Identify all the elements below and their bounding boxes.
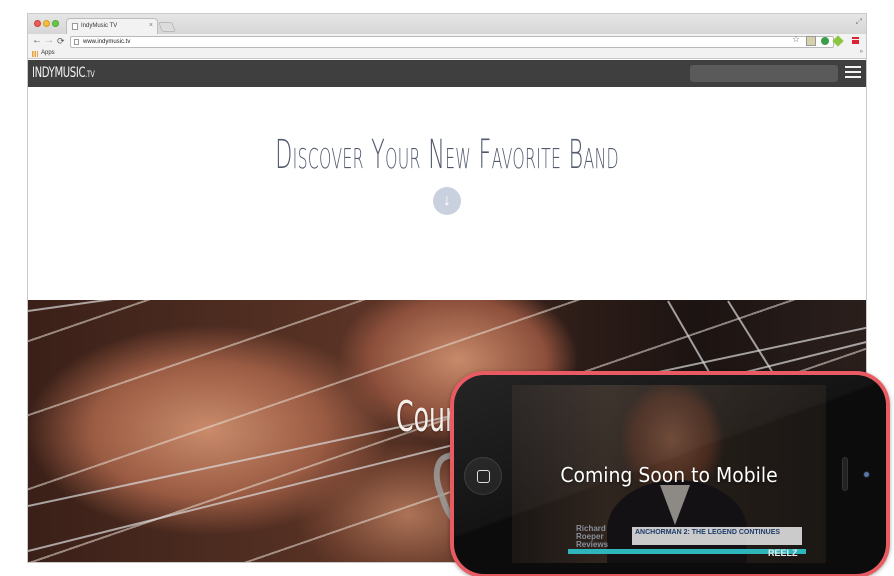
reload-icon[interactable]: ⟳	[57, 35, 65, 47]
apps-grid-icon[interactable]	[32, 51, 38, 57]
fullscreen-icon[interactable]: ⤢	[856, 17, 862, 27]
phone-home-button	[464, 457, 502, 495]
coming-soon-text: Coming Soon to Mobile	[560, 463, 778, 487]
logo-main: INDYMUSIC	[32, 65, 86, 81]
page-icon	[72, 23, 78, 30]
scroll-down-icon[interactable]: ↓	[433, 187, 461, 215]
channel-logo: REELZ	[768, 548, 798, 558]
extension-green-circle-icon[interactable]	[821, 37, 829, 45]
tab-close-icon[interactable]: ×	[149, 22, 153, 29]
address-bar[interactable]: www.indymusic.tv	[70, 36, 834, 48]
browser-menu-icon[interactable]	[852, 37, 859, 44]
guitar-string	[28, 300, 866, 312]
browser-toolbar: ← → ⟳ www.indymusic.tv ☆	[28, 34, 866, 49]
hero-title: Discover Your New Favorite Band	[275, 132, 619, 178]
bookmarks-bar: Apps »	[28, 49, 866, 59]
url-text: www.indymusic.tv	[83, 39, 131, 45]
bookmark-apps[interactable]: Apps	[41, 50, 55, 56]
search-input[interactable]	[690, 65, 838, 82]
home-square-icon	[477, 470, 490, 483]
tab-indymusic[interactable]: IndyMusic TV ×	[66, 18, 158, 34]
hamburger-menu-icon[interactable]	[845, 66, 861, 78]
screenshot-stage: IndyMusic TV × ⤢ ← → ⟳ www.indymusic.tv …	[0, 0, 894, 576]
logo-tld: .TV	[85, 70, 95, 80]
bookmarks-overflow-icon[interactable]: »	[860, 49, 863, 55]
back-arrow-icon[interactable]: ←	[32, 35, 42, 47]
phone-mockup: Richard Roeper Reviews ANCHORMAN 2: THE …	[450, 371, 890, 576]
window-close-button[interactable]	[34, 20, 41, 27]
forward-arrow-icon[interactable]: →	[44, 35, 54, 47]
extension-diamond-icon[interactable]	[832, 35, 844, 47]
phone-camera-icon	[864, 472, 869, 477]
bookmark-star-icon[interactable]: ☆	[792, 34, 800, 45]
phone-screen: Richard Roeper Reviews ANCHORMAN 2: THE …	[512, 385, 826, 563]
phone-speaker	[842, 457, 848, 491]
tab-strip: IndyMusic TV × ⤢	[28, 14, 866, 34]
show-label: Richard Roeper Reviews	[576, 524, 609, 549]
window-maximize-button[interactable]	[52, 20, 59, 27]
site-header: INDYMUSIC.TV	[28, 60, 866, 87]
site-logo[interactable]: INDYMUSIC.TV	[32, 65, 95, 81]
show-title: ANCHORMAN 2: THE LEGEND CONTINUES	[632, 527, 802, 545]
phone-body: Richard Roeper Reviews ANCHORMAN 2: THE …	[454, 375, 886, 574]
tab-title: IndyMusic TV	[81, 23, 118, 29]
new-tab-button[interactable]	[158, 22, 176, 32]
page-icon	[74, 39, 79, 45]
extension-icon[interactable]	[806, 36, 816, 46]
window-minimize-button[interactable]	[43, 20, 50, 27]
